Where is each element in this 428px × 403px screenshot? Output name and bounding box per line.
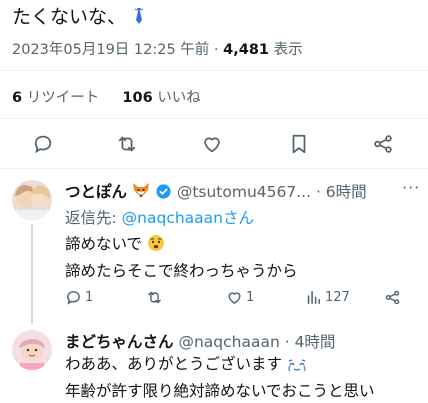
more-icon[interactable]: ··· — [402, 178, 420, 197]
reply-to-handle[interactable]: @naqchaaanさん — [122, 209, 254, 227]
bookmark-button[interactable] — [286, 131, 312, 157]
tweet-datetime[interactable]: 2023年05月19日 12:25 午前 — [12, 42, 209, 58]
reply-text-line2: 諦めたらそこで終わっちゃうから — [65, 262, 298, 280]
reply-header: まどちゃんさん @naqchaaan · 4時間 — [65, 330, 335, 352]
heart-icon — [228, 292, 241, 304]
reply-icon — [34, 135, 52, 154]
reply-like-button[interactable]: 1 — [226, 289, 254, 306]
divider — [0, 118, 428, 119]
reply-author-handle[interactable]: @tsutomu4567... — [177, 183, 311, 201]
share-icon — [385, 290, 400, 305]
reply-like-count: 1 — [246, 290, 255, 305]
tweet-meta: 2023年05月19日 12:25 午前 · 4,481 表示 — [12, 42, 303, 58]
fox-emoji-icon — [132, 182, 150, 203]
like-button[interactable] — [199, 131, 225, 157]
reply-time[interactable]: · 6時間 — [316, 183, 367, 201]
reply-view-count: 127 — [325, 290, 350, 305]
share-icon — [374, 135, 392, 153]
avatar[interactable] — [12, 180, 52, 220]
reply-button[interactable] — [30, 131, 56, 157]
reply-text-line1: わああ、ありがとうございます — [65, 355, 283, 373]
bookmark-icon — [292, 134, 306, 154]
reply-reply-count: 1 — [85, 290, 94, 305]
reply-text-line2: 年齢が許す限り絶対諦めないでおこうと思い — [65, 382, 375, 400]
reply-views-button[interactable]: 127 — [305, 289, 350, 306]
reply-text-line1: 諦めないで — [65, 235, 143, 253]
share-button[interactable] — [370, 131, 396, 157]
retweets-stat[interactable]: 6 リツイート — [12, 90, 99, 106]
reply-share-button[interactable] — [384, 289, 401, 306]
tweet-text: たくないな、 — [12, 4, 146, 32]
reply-text: 諦めないで 諦めたらそこで終わっちゃうから — [65, 232, 298, 283]
crying-face-emoji-icon — [287, 355, 307, 379]
reply-author-name[interactable]: つとぽん — [65, 183, 127, 201]
reply-author-handle[interactable]: @naqchaaan — [178, 333, 279, 351]
retweet-icon — [118, 136, 136, 152]
verified-badge-icon — [155, 183, 172, 204]
reply-time[interactable]: · 4時間 — [285, 333, 336, 351]
divider — [0, 168, 428, 169]
views-count: 4,481 — [223, 42, 270, 58]
reply-author-name[interactable]: まどちゃんさん — [65, 333, 174, 351]
avatar[interactable] — [12, 330, 52, 370]
likes-stat[interactable]: 106 いいね — [122, 90, 200, 106]
analytics-icon — [307, 291, 320, 304]
reply-text: わああ、ありがとうございます 年齢が許す限り絶対諦めないでおこうと思い — [65, 352, 375, 403]
divider — [0, 70, 428, 71]
tweet-stats: 6 リツイート 106 いいね — [12, 86, 201, 107]
reply-icon — [67, 291, 80, 305]
views-label: 表示 — [273, 42, 303, 58]
thread-line — [31, 224, 33, 324]
worried-face-emoji-icon — [147, 234, 165, 259]
reply-retweet-button[interactable] — [146, 289, 166, 306]
necktie-emoji-icon — [132, 6, 146, 32]
retweet-icon — [148, 291, 161, 304]
retweet-button[interactable] — [114, 131, 140, 157]
tweet-text-content: たくないな、 — [12, 6, 127, 28]
heart-icon — [204, 137, 220, 153]
reply-to: 返信先: @naqchaaanさん — [65, 209, 254, 227]
reply-reply-button[interactable]: 1 — [65, 289, 93, 306]
reply-header: つとぽん @tsutomu4567... · 6時間 ··· — [65, 178, 419, 204]
